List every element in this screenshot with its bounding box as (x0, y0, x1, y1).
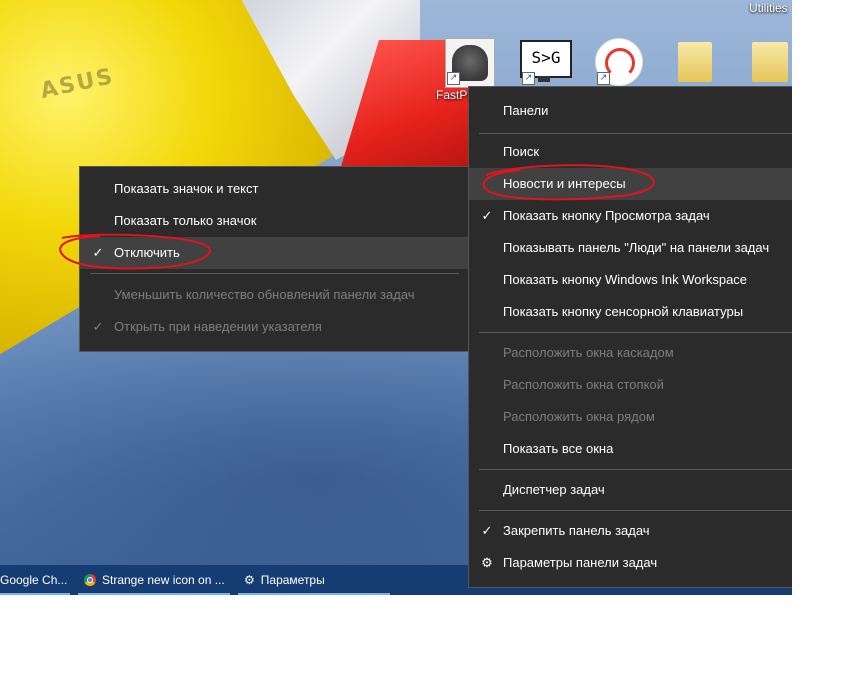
menu-separator (479, 469, 792, 470)
menu-item-label: Уменьшить количество обновлений панели з… (114, 287, 415, 302)
menu-separator (479, 133, 792, 134)
menu-separator (479, 332, 792, 333)
menu-item-label: Показать значок и текст (114, 181, 259, 196)
shortcut-arrow-icon: ↗ (597, 72, 610, 85)
menu-item-label: Открыть при наведении указателя (114, 319, 322, 334)
taskbar-item-label: Параметры (260, 573, 325, 587)
menu-item-lock-taskbar[interactable]: ✓ Закрепить панель задач (469, 515, 792, 547)
menu-item-label: Закрепить панель задач (503, 523, 650, 538)
taskbar-item-chrome-tab[interactable]: Strange new icon on ... (78, 565, 230, 595)
menu-item-show-icon-and-text[interactable]: Показать значок и текст (80, 173, 469, 205)
news-interests-submenu: Показать значок и текст Показать только … (79, 166, 470, 352)
menu-item-news-and-interests[interactable]: Новости и интересы (469, 168, 792, 200)
menu-item-touch-keyboard[interactable]: Показать кнопку сенсорной клавиатуры (469, 296, 792, 328)
active-indicator (78, 593, 230, 595)
menu-item-label: Диспетчер задач (503, 482, 605, 497)
menu-item-label: Новости и интересы (503, 176, 626, 191)
menu-item-label: Отключить (114, 245, 180, 260)
gear-icon: ⚙ (481, 555, 493, 570)
menu-item-label: Показать кнопку Просмотра задач (503, 208, 710, 223)
menu-item-label: Показать кнопку Windows Ink Workspace (503, 272, 748, 287)
monitor-stand-icon (538, 76, 550, 82)
folder-desktop-icon[interactable] (752, 42, 788, 82)
menu-item-label: Показать кнопку сенсорной клавиатуры (503, 304, 744, 319)
taskbar-item-google-chrome[interactable]: Google Ch... (0, 565, 70, 595)
checkmark-icon: ✓ (481, 208, 493, 223)
menu-item-cascade-windows: Расположить окна каскадом (469, 337, 792, 369)
checkmark-icon: ✓ (92, 245, 104, 260)
taskbar-context-menu: Панели Поиск Новости и интересы ✓ Показа… (468, 86, 792, 588)
gear-icon: ⚙ (244, 573, 255, 587)
menu-item-search[interactable]: Поиск (469, 136, 792, 168)
menu-item-label: Показать все окна (503, 441, 614, 456)
menu-item-task-manager[interactable]: Диспетчер задач (469, 474, 792, 506)
chrome-icon (84, 574, 96, 586)
menu-item-show-icon-only[interactable]: Показать только значок (80, 205, 469, 237)
folder-desktop-icon[interactable] (678, 42, 712, 82)
menu-item-open-on-hover: ✓ Открыть при наведении указателя (80, 311, 469, 343)
menu-item-toolbars[interactable]: Панели (469, 95, 792, 127)
taskbar-item-label: Strange new icon on ... (102, 573, 225, 587)
menu-item-reduce-updates: Уменьшить количество обновлений панели з… (80, 279, 469, 311)
menu-item-label: Показать только значок (114, 213, 257, 228)
menu-item-label: Панели (503, 103, 549, 118)
menu-item-side-by-side: Расположить окна рядом (469, 401, 792, 433)
active-indicator (238, 593, 390, 595)
taskbar-item-label: Google Ch... (0, 573, 68, 587)
menu-item-show-task-view-button[interactable]: ✓ Показать кнопку Просмотра задач (469, 200, 792, 232)
shortcut-arrow-icon: ↗ (447, 72, 460, 85)
menu-item-turn-off[interactable]: ✓ Отключить (80, 237, 469, 269)
shortcut-arrow-icon: ↗ (522, 72, 535, 85)
checkmark-icon: ✓ (92, 319, 104, 334)
menu-item-label: Поиск (503, 144, 540, 159)
desktop-label-utilities[interactable]: Utilities (749, 1, 788, 15)
menu-separator (479, 510, 792, 511)
menu-item-label: Параметры панели задач (503, 555, 658, 570)
desktop-screen: ASUS Utilities ↗ FastPh S>G ↗ ↗ Google C… (0, 0, 792, 595)
active-indicator (0, 593, 70, 595)
menu-item-label: Показывать панель "Люди" на панели задач (503, 240, 770, 255)
menu-item-label: Расположить окна каскадом (503, 345, 674, 360)
taskbar-item-settings[interactable]: ⚙ Параметры (238, 565, 390, 595)
menu-item-label: Расположить окна стопкой (503, 377, 664, 392)
checkmark-icon: ✓ (481, 523, 493, 538)
menu-item-show-desktop[interactable]: Показать все окна (469, 433, 792, 465)
menu-item-windows-ink[interactable]: Показать кнопку Windows Ink Workspace (469, 264, 792, 296)
menu-separator (90, 273, 459, 274)
menu-item-stack-windows: Расположить окна стопкой (469, 369, 792, 401)
menu-item-taskbar-settings[interactable]: ⚙ Параметры панели задач (469, 547, 792, 579)
menu-item-show-people[interactable]: Показывать панель "Люди" на панели задач (469, 232, 792, 264)
menu-item-label: Расположить окна рядом (503, 409, 655, 424)
